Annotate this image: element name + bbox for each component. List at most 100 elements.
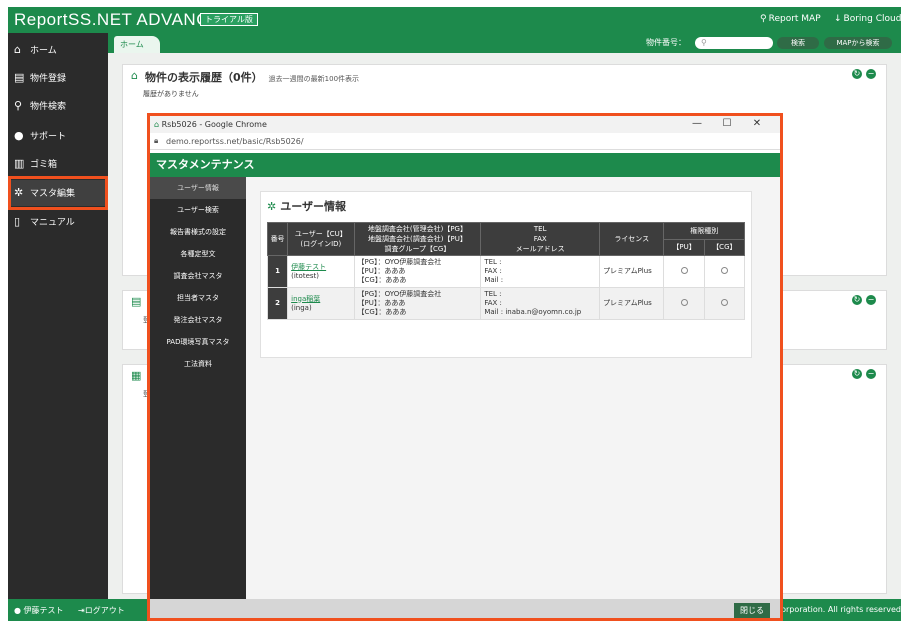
pin-icon: ⚲ bbox=[760, 14, 767, 24]
company-cell: 【PG】：OYO伊藤調査会社 【PU】：あああ 【CG】：あああ bbox=[353, 255, 482, 288]
sidebar-item-trash[interactable]: ▥ ゴミ箱 bbox=[8, 151, 108, 177]
section-title: ✲ ユーザー情報 bbox=[267, 200, 346, 213]
license-cell: プレミアムPlus bbox=[599, 287, 665, 320]
sidebar: ⌂ ホーム ▤ 物件登録 ⚲ 物件検索 ● サポート ▥ ゴミ箱 ✲ マスタ編集 ▯ マニュア… bbox=[8, 33, 108, 599]
user-name-link[interactable]: 伊藤テスト bbox=[291, 263, 326, 271]
user-name-link[interactable]: inga稲葉 bbox=[291, 295, 320, 303]
pu-radio-cell bbox=[663, 255, 705, 288]
user-icon: ● bbox=[14, 606, 21, 615]
address-bar[interactable]: 🔒︎ demo.reportss.net/basic/Rsb5026/ bbox=[150, 133, 780, 150]
table-row: 2 inga稲葉 (inga) 【PG】：OYO伊藤調査会社 【PU】：あああ 【… bbox=[266, 287, 746, 320]
tab-home[interactable]: ホーム bbox=[114, 36, 160, 53]
popup-header: マスタメンテナンス bbox=[150, 153, 780, 177]
contact-cell: TEL : FAX : Mail : inaba.n@oyomn.co.jp bbox=[480, 287, 601, 320]
trial-badge: トライアル版 bbox=[200, 13, 258, 26]
sidebar-item-register[interactable]: ▤ 物件登録 bbox=[8, 65, 108, 91]
sidebar-item-support[interactable]: ● サポート bbox=[8, 123, 108, 149]
cg-radio[interactable] bbox=[720, 266, 728, 274]
drill-icon: ↓ bbox=[834, 14, 842, 24]
highlight-box-master-edit bbox=[8, 176, 108, 210]
sidebar-item-search[interactable]: ⚲ 物件検索 bbox=[8, 93, 108, 119]
collapse-icon[interactable]: − bbox=[866, 295, 876, 305]
maximize-button[interactable]: ☐ bbox=[712, 118, 742, 129]
app-window: ReportSS.NET ADVANCE トライアル版 ⚲ Report MAP … bbox=[8, 7, 901, 621]
col-header-cg: 【CG】 bbox=[703, 238, 746, 256]
brand-logo: ReportSS.NET ADVANCE bbox=[14, 10, 221, 29]
close-window-button[interactable]: ✕ bbox=[742, 118, 772, 129]
home-icon: ⌂ bbox=[154, 120, 160, 129]
menu-item-user-info[interactable]: ユーザー情報 bbox=[150, 177, 246, 199]
map-search-button[interactable]: MAPから検索 bbox=[824, 37, 892, 49]
collapse-icon[interactable]: − bbox=[866, 69, 876, 79]
property-number-input[interactable]: ⚲ bbox=[695, 37, 773, 49]
login-id: (inga) bbox=[291, 303, 312, 312]
search-icon: ⚲ bbox=[14, 99, 23, 112]
panel-controls: ↻ − bbox=[848, 69, 876, 79]
register-icon: ▤ bbox=[14, 71, 25, 84]
book-icon: ▯ bbox=[14, 215, 21, 228]
row-number: 2 bbox=[266, 287, 289, 320]
col-header-license: ライセンス bbox=[599, 222, 665, 256]
home-icon: ⌂ bbox=[131, 69, 138, 82]
row-number: 1 bbox=[266, 255, 289, 288]
login-id: (itotest) bbox=[291, 271, 320, 280]
refresh-icon[interactable]: ↻ bbox=[852, 369, 862, 379]
empty-history-text: 履歴がありません bbox=[143, 90, 199, 98]
cg-radio[interactable] bbox=[720, 298, 728, 306]
search-icon: ⚲ bbox=[701, 38, 707, 47]
close-button[interactable]: 閉じる bbox=[734, 603, 770, 618]
home-icon: ⌂ bbox=[14, 43, 21, 56]
user-table: 番号 ユーザー【CU】 (ログインID) 地盤調査会社(管理会社)【PG】 地盤… bbox=[266, 222, 746, 320]
col-header-pu: 【PU】 bbox=[663, 238, 705, 256]
menu-item-user-search[interactable]: ユーザー検索 bbox=[150, 199, 246, 221]
pu-radio-cell bbox=[663, 287, 705, 320]
minimize-button[interactable]: — bbox=[682, 118, 712, 129]
browser-titlebar: ⌂ Rsb5026 - Google Chrome — ☐ ✕ bbox=[150, 116, 780, 133]
master-menu: ユーザー情報 ユーザー検索 報告書様式の設定 各種定型文 調査会社マスタ 担当者… bbox=[150, 177, 246, 618]
company-cell: 【PG】：OYO伊藤調査会社 【PU】：あああ 【CG】：あああ bbox=[353, 287, 482, 320]
pu-radio[interactable] bbox=[680, 266, 688, 274]
user-icon: ● bbox=[14, 129, 24, 142]
menu-item-report-format[interactable]: 報告書様式の設定 bbox=[150, 221, 246, 243]
menu-item-method-docs[interactable]: 工法資料 bbox=[150, 353, 246, 375]
url-text: demo.reportss.net/basic/Rsb5026/ bbox=[166, 137, 304, 146]
col-header-permission: 権限種別 bbox=[663, 222, 745, 240]
col-header-company: 地盤調査会社(管理会社)【PG】 地盤調査会社(調査会社)【PU】 調査グループ… bbox=[353, 222, 482, 256]
menu-item-survey-company[interactable]: 調査会社マスタ bbox=[150, 265, 246, 287]
top-header: ReportSS.NET ADVANCE トライアル版 ⚲ Report MAP … bbox=[8, 7, 901, 33]
refresh-icon[interactable]: ↻ bbox=[852, 69, 862, 79]
sidebar-item-home[interactable]: ⌂ ホーム bbox=[8, 37, 108, 63]
search-button[interactable]: 検索 bbox=[777, 37, 819, 49]
list-icon: ▦ bbox=[131, 369, 142, 382]
col-header-contact: TEL FAX メールアドレス bbox=[480, 222, 601, 256]
boring-cloud-link[interactable]: ↓ Boring Cloud bbox=[834, 14, 901, 24]
logout-icon: ⇥ bbox=[78, 606, 85, 615]
collapse-icon[interactable]: − bbox=[866, 369, 876, 379]
user-info-card: ✲ ユーザー情報 番号 ユーザー【CU】 (ログインID) 地盤調査会社(管理会社… bbox=[260, 191, 752, 358]
panel-title: 物件の表示履歴（0件） 過去一週間の最新100件表示 bbox=[145, 71, 360, 84]
current-user[interactable]: ● 伊藤テスト bbox=[14, 605, 64, 616]
sidebar-item-manual[interactable]: ▯ マニュアル bbox=[8, 209, 108, 235]
logout-link[interactable]: ⇥ログアウト bbox=[78, 605, 125, 616]
user-cell: 伊藤テスト (itotest) bbox=[287, 255, 355, 288]
gear-icon: ✲ bbox=[267, 200, 277, 213]
tab-bar: ホーム 物件番号： ⚲ 検索 MAPから検索 bbox=[108, 33, 901, 53]
menu-item-ordering-company[interactable]: 発注会社マスタ bbox=[150, 309, 246, 331]
pu-radio[interactable] bbox=[680, 298, 688, 306]
popup-window: ⌂ Rsb5026 - Google Chrome — ☐ ✕ 🔒︎ demo.re… bbox=[147, 113, 783, 621]
document-icon: ▤ bbox=[131, 295, 142, 308]
menu-item-templates[interactable]: 各種定型文 bbox=[150, 243, 246, 265]
window-controls: — ☐ ✕ bbox=[682, 118, 772, 129]
license-cell: プレミアムPlus bbox=[599, 255, 665, 288]
col-header-no: 番号 bbox=[266, 222, 289, 256]
trash-icon: ▥ bbox=[14, 157, 25, 170]
popup-content: ✲ ユーザー情報 番号 ユーザー【CU】 (ログインID) 地盤調査会社(管理会社… bbox=[246, 177, 780, 599]
refresh-icon[interactable]: ↻ bbox=[852, 295, 862, 305]
user-cell: inga稲葉 (inga) bbox=[287, 287, 355, 320]
menu-item-staff[interactable]: 担当者マスタ bbox=[150, 287, 246, 309]
report-map-link[interactable]: ⚲ Report MAP bbox=[760, 14, 821, 24]
menu-item-pad-photo[interactable]: PAD環境写真マスタ bbox=[150, 331, 246, 353]
cg-radio-cell bbox=[703, 255, 746, 288]
popup-bottom-bar: 閉じる bbox=[150, 599, 780, 618]
contact-cell: TEL : FAX : Mail : bbox=[480, 255, 601, 288]
